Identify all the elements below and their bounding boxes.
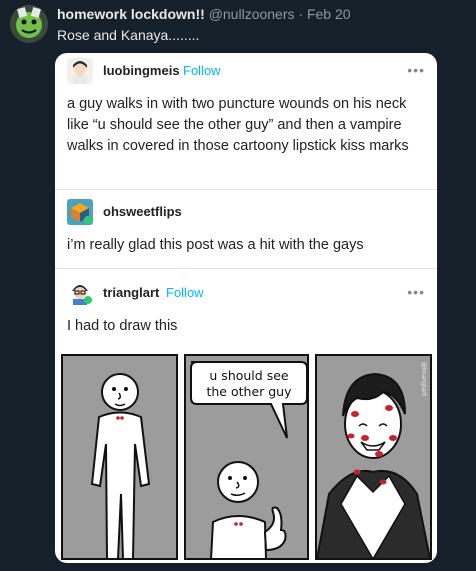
embedded-image-card[interactable]: luobingmeis Follow ••• a guy walks in wi… <box>55 53 437 563</box>
ohsweetflips-avatar[interactable] <box>67 199 93 225</box>
luobingmeis-avatar[interactable] <box>67 58 93 84</box>
follow-button[interactable]: Follow <box>183 63 221 78</box>
tweet-date[interactable]: Feb 20 <box>307 6 351 22</box>
artist-watermark: @trianglart <box>420 362 427 397</box>
post-username[interactable]: ohsweetflips <box>103 204 182 219</box>
speech-bubble-line-2: the other guy <box>206 384 292 399</box>
display-name[interactable]: homework lockdown!! <box>57 6 205 22</box>
post-username[interactable]: luobingmeis <box>103 63 180 78</box>
more-options-button[interactable]: ••• <box>407 62 425 78</box>
comic-panel-3: @trianglart <box>315 354 432 561</box>
trianglart-avatar[interactable] <box>67 279 93 305</box>
comic-panel-2: u should see the other guy <box>184 354 309 560</box>
post-body: a guy walks in with two puncture wounds … <box>67 96 409 154</box>
post-username[interactable]: trianglart <box>103 285 159 300</box>
tweet-text: Rose and Kanaya........ <box>57 27 200 43</box>
follow-button[interactable]: Follow <box>166 285 204 300</box>
comic-panel-1 <box>61 354 178 560</box>
header-separator: · <box>298 6 304 22</box>
user-avatar[interactable] <box>10 5 48 43</box>
speech-bubble-line-1: u should see <box>209 368 288 383</box>
post-body: I had to draw this <box>67 318 178 334</box>
tweet-header: homework lockdown!! @nullzooners · Feb 2… <box>57 6 351 22</box>
user-handle[interactable]: @nullzooners <box>209 6 295 22</box>
tweet: homework lockdown!! @nullzooners · Feb 2… <box>0 0 476 571</box>
reblog-post-1: luobingmeis Follow ••• a guy walks in wi… <box>55 53 437 189</box>
more-options-button[interactable]: ••• <box>407 284 425 300</box>
comic-strip[interactable]: u should see the other guy @trianglart <box>61 354 433 561</box>
post-body: i’m really glad this post was a hit with… <box>67 237 364 253</box>
reblog-post-2: ohsweetflips i’m really glad this post w… <box>55 190 437 268</box>
